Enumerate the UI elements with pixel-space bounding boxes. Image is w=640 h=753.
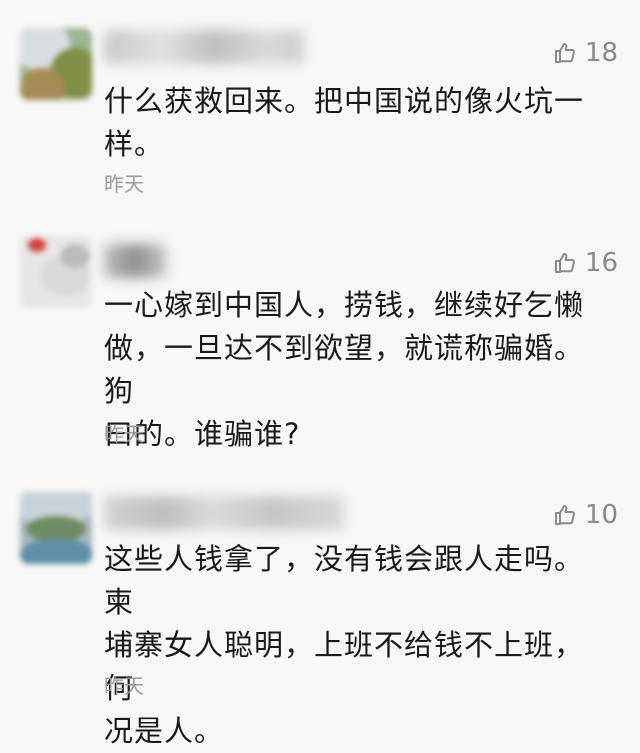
comment-text: 一心嫁到中国人，捞钱，继续好乞懒 做，一旦达不到欲望，就谎称骗婚。狗 曰的。谁骗… [104,288,585,451]
like-count: 16 [584,248,618,278]
thumbs-up-icon [554,253,575,273]
avatar[interactable] [20,236,92,308]
username-blurred[interactable] [104,30,304,64]
avatar[interactable] [20,28,92,100]
username-blurred[interactable] [104,244,166,278]
comment-time: 昨天 [104,172,144,196]
comment-text: 这些人钱拿了，没有钱会跟人走吗。柬 埔寨女人聪明，上班不给钱不上班，何 况是人。 [104,542,585,748]
like-button[interactable]: 10 [553,500,618,530]
comment-time: 昨天 [104,674,144,698]
thumbs-up-icon [554,505,575,525]
avatar[interactable] [20,492,92,564]
comment-time: 昨天 [104,422,144,446]
username-blurred[interactable] [104,496,344,530]
like-button[interactable]: 18 [553,38,618,68]
thumbs-up-icon [554,43,575,63]
like-button[interactable]: 16 [553,248,618,278]
like-count: 18 [584,38,618,68]
comment-text: 什么获救回来。把中国说的像火坑一 样。 [104,84,585,161]
like-count: 10 [584,500,618,530]
